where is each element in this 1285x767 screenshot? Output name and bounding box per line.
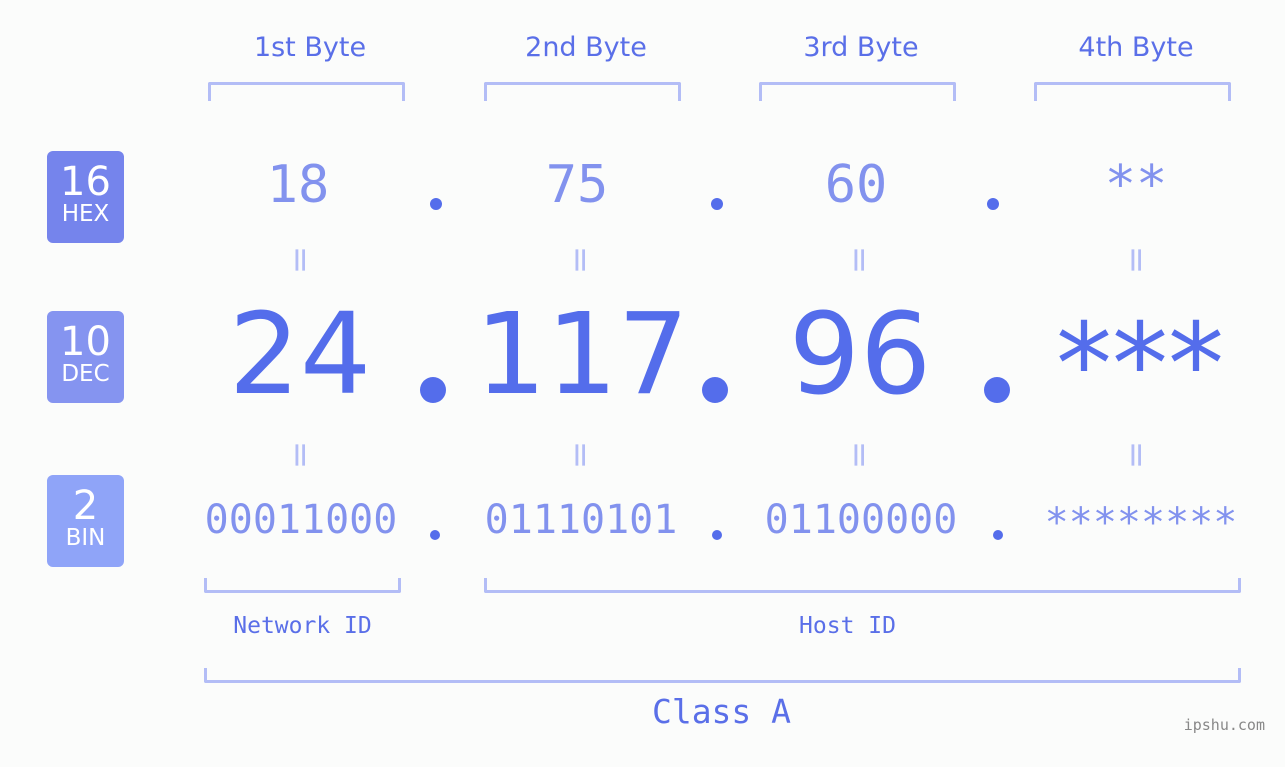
equals-hex-dec-2: = xyxy=(560,245,600,275)
equals-dec-bin-1: = xyxy=(280,440,320,470)
watermark: ipshu.com xyxy=(1183,716,1265,734)
byte-label-3: 3rd Byte xyxy=(803,32,919,63)
byte-label-1: 1st Byte xyxy=(253,32,367,63)
equals-dec-bin-2: = xyxy=(560,440,600,470)
host-id-bracket xyxy=(484,578,1241,593)
bin-badge-unit: BIN xyxy=(65,525,106,551)
hex-dot-2 xyxy=(711,198,723,210)
dec-dot-1 xyxy=(420,377,446,403)
hex-dot-1 xyxy=(430,198,442,210)
class-bracket xyxy=(204,668,1241,683)
bin-dot-1 xyxy=(430,530,440,540)
bin-byte-2: 01110101 xyxy=(484,497,678,543)
bin-dot-3 xyxy=(993,530,1003,540)
byte-bracket-2 xyxy=(484,82,681,101)
byte-label-2: 2nd Byte xyxy=(525,32,647,63)
dec-badge-number: 10 xyxy=(60,319,111,365)
dec-byte-2: 117 xyxy=(475,290,689,420)
dec-badge-unit: DEC xyxy=(61,361,110,387)
equals-hex-dec-1: = xyxy=(280,245,320,275)
dec-byte-4: *** xyxy=(1056,300,1224,430)
bin-byte-3: 01100000 xyxy=(764,497,958,543)
hex-byte-1: 18 xyxy=(266,155,330,215)
equals-hex-dec-3: = xyxy=(839,245,879,275)
hex-badge: 16 HEX xyxy=(47,151,124,243)
dec-byte-1: 24 xyxy=(228,290,372,420)
bin-dot-2 xyxy=(712,530,722,540)
hex-badge-unit: HEX xyxy=(61,201,110,227)
hex-badge-number: 16 xyxy=(60,159,111,205)
byte-bracket-4 xyxy=(1034,82,1231,101)
hex-dot-3 xyxy=(987,198,999,210)
bin-byte-4: ******** xyxy=(1044,500,1238,546)
dec-badge: 10 DEC xyxy=(47,311,124,403)
hex-byte-3: 60 xyxy=(824,155,888,215)
equals-dec-bin-3: = xyxy=(839,440,879,470)
network-id-bracket xyxy=(204,578,401,593)
class-label: Class A xyxy=(651,692,792,731)
hex-byte-4: ** xyxy=(1104,155,1168,215)
byte-label-4: 4th Byte xyxy=(1078,32,1194,63)
byte-bracket-1 xyxy=(208,82,405,101)
host-id-label: Host ID xyxy=(799,613,896,639)
bin-badge-number: 2 xyxy=(72,483,99,529)
bin-byte-1: 00011000 xyxy=(204,497,398,543)
hex-byte-2: 75 xyxy=(545,155,609,215)
equals-hex-dec-4: = xyxy=(1116,245,1156,275)
equals-dec-bin-4: = xyxy=(1116,440,1156,470)
dec-dot-2 xyxy=(702,377,728,403)
network-id-label: Network ID xyxy=(233,613,372,639)
dec-byte-3: 96 xyxy=(788,290,932,420)
bin-badge: 2 BIN xyxy=(47,475,124,567)
dec-dot-3 xyxy=(984,377,1010,403)
byte-bracket-3 xyxy=(759,82,956,101)
